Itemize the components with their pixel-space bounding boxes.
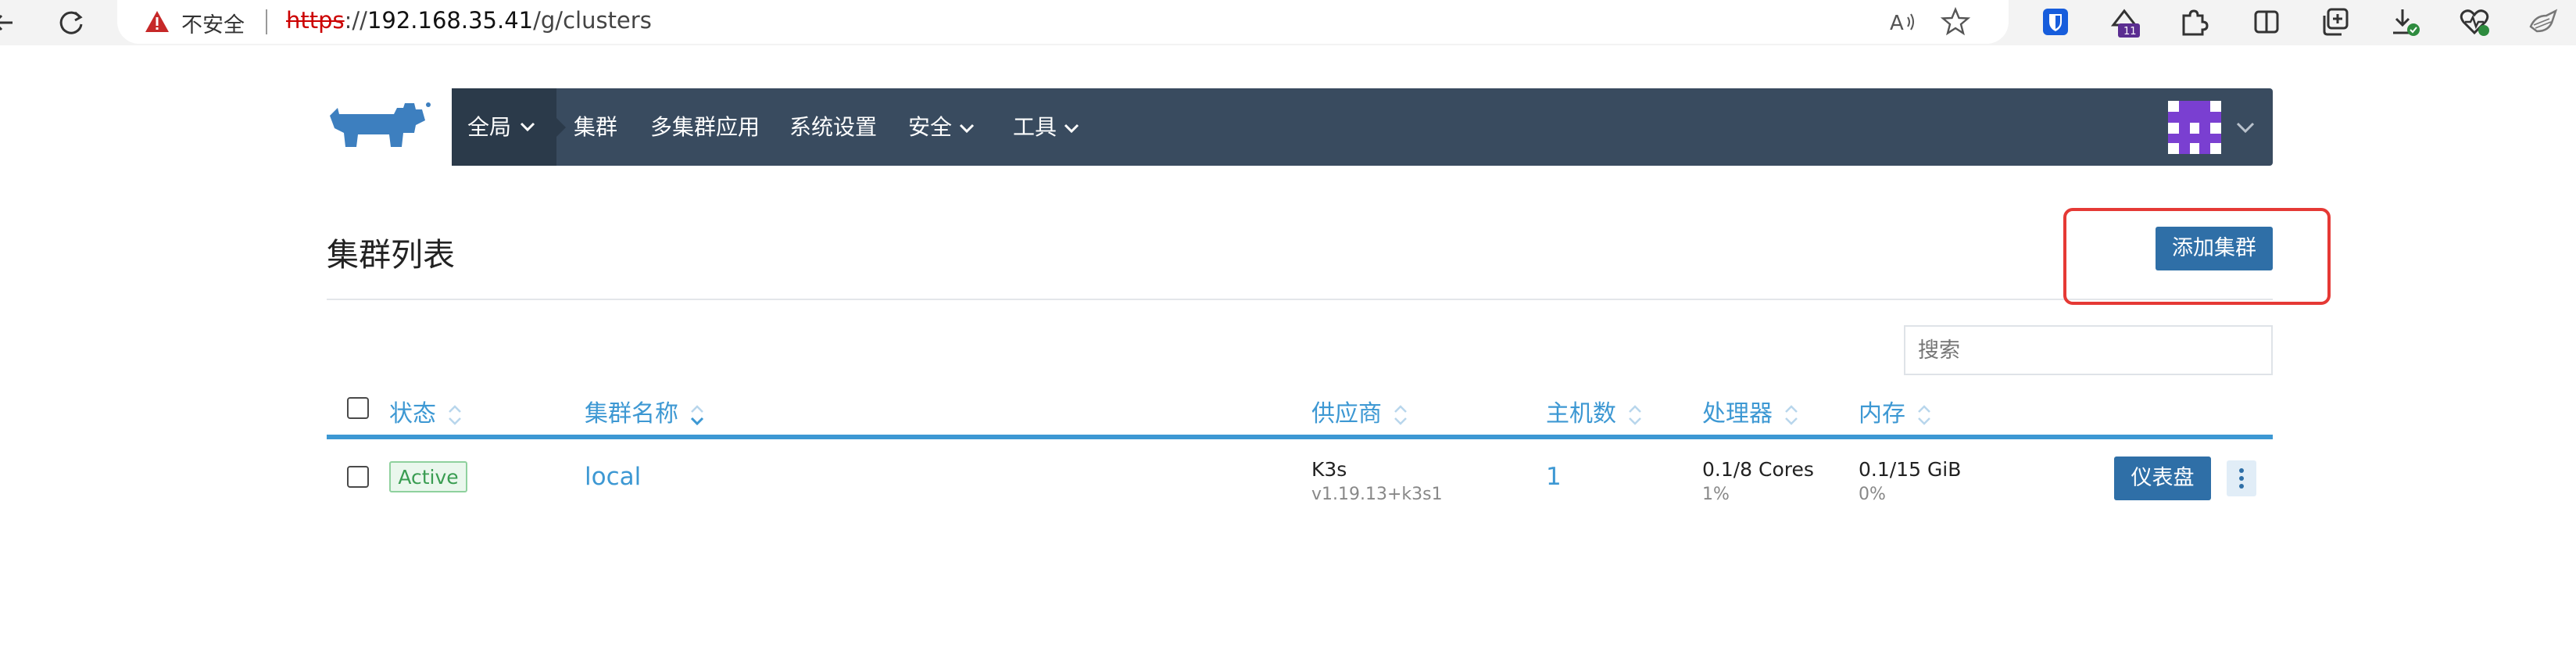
provider-name: K3s [1311, 458, 1347, 481]
column-header-provider[interactable]: 供应商 [1311, 394, 1410, 428]
nav-item-tools[interactable]: 工具 [1013, 88, 1080, 166]
title-divider [327, 299, 2273, 300]
sort-icon [1391, 402, 1410, 428]
bitwarden-shield-icon[interactable] [2038, 5, 2073, 39]
row-checkbox[interactable] [347, 466, 369, 488]
sort-icon [1626, 402, 1644, 428]
nav-item-label: 工具 [1013, 114, 1057, 140]
favorite-star-icon[interactable] [1940, 6, 1971, 38]
warning-icon [144, 9, 170, 34]
chevron-down-icon [958, 120, 975, 137]
nav-active-pointer [556, 118, 566, 137]
sort-icon [445, 402, 464, 428]
url-text[interactable]: https://192.168.35.41/g/clusters [286, 7, 652, 34]
sort-icon [1782, 402, 1801, 428]
cluster-name-link[interactable]: local [585, 463, 641, 491]
select-all-checkbox[interactable] [347, 397, 369, 419]
chevron-down-icon [519, 118, 536, 135]
annotation-highlight-box [2063, 208, 2331, 305]
host-count-link[interactable]: 1 [1546, 463, 1562, 491]
search-input[interactable] [1904, 325, 2273, 375]
column-header-label: 供应商 [1311, 400, 1382, 428]
nav-item-label: 集群 [574, 114, 618, 140]
table-header-divider [327, 435, 2273, 439]
nav-item-label: 多集群应用 [650, 114, 760, 140]
extensions-puzzle-icon[interactable] [2176, 5, 2210, 39]
url-separator: :// [344, 7, 367, 34]
read-aloud-icon[interactable]: A [1887, 6, 1918, 38]
rancher-logo[interactable] [327, 100, 435, 153]
split-screen-icon[interactable] [2249, 5, 2284, 39]
nav-item-security[interactable]: 安全 [908, 88, 975, 166]
page-title: 集群列表 [327, 236, 455, 274]
column-header-label: 内存 [1859, 400, 1905, 428]
user-menu-chevron-icon[interactable] [2235, 118, 2256, 137]
status-badge: Active [389, 461, 467, 492]
nav-item-system-settings[interactable]: 系统设置 [789, 88, 877, 166]
chevron-down-icon [1063, 120, 1080, 137]
extension-badge: 11 [2123, 26, 2137, 38]
address-bar[interactable]: 不安全 https://192.168.35.41/g/clusters A [117, 0, 2009, 44]
url-host: 192.168.35.41 [367, 7, 534, 34]
nav-global-label: 全局 [467, 114, 512, 140]
nav-item-multi-cluster-apps[interactable]: 多集群应用 [650, 88, 760, 166]
column-header-label: 主机数 [1546, 400, 1616, 428]
url-protocol: https [286, 7, 345, 34]
nav-item-clusters[interactable]: 集群 [574, 88, 617, 166]
sort-descending-icon [688, 402, 707, 428]
extension-bell-icon[interactable]: 11 [2107, 5, 2141, 39]
nav-item-label: 系统设置 [789, 114, 878, 140]
column-header-label: 集群名称 [585, 400, 678, 428]
column-header-label: 状态 [389, 400, 436, 428]
memory-percent: 0% [1859, 485, 1886, 504]
url-path: /g/clusters [533, 7, 652, 34]
address-divider [266, 9, 267, 34]
column-header-status[interactable]: 状态 [389, 394, 464, 428]
nav-global-menu[interactable]: 全局 [452, 88, 566, 166]
downloads-icon[interactable] [2388, 5, 2423, 39]
nav-item-label: 安全 [908, 114, 953, 140]
main-navigation: 全局 集群 多集群应用 系统设置 安全 工具 [452, 88, 2273, 166]
column-header-label: 处理器 [1702, 400, 1773, 428]
user-avatar[interactable] [2168, 101, 2221, 154]
column-header-cluster-name[interactable]: 集群名称 [585, 394, 707, 428]
cpu-usage: 0.1/8 Cores [1702, 458, 1814, 481]
cpu-percent: 1% [1702, 485, 1730, 504]
column-header-memory[interactable]: 内存 [1859, 394, 1934, 428]
reload-icon[interactable] [52, 3, 91, 42]
provider-version: v1.19.13+k3s1 [1311, 485, 1443, 504]
browser-essentials-icon[interactable] [2457, 5, 2492, 39]
sort-icon [1915, 402, 1934, 428]
memory-usage: 0.1/15 GiB [1859, 458, 1962, 481]
dashboard-button[interactable]: 仪表盘 [2114, 457, 2211, 500]
insecure-label: 不安全 [181, 13, 245, 38]
browser-toolbar: 不安全 https://192.168.35.41/g/clusters A 1… [0, 0, 2576, 45]
column-header-cpu[interactable]: 处理器 [1702, 394, 1801, 428]
column-header-hosts[interactable]: 主机数 [1546, 394, 1644, 428]
svg-text:A: A [1890, 12, 1904, 35]
back-icon[interactable] [0, 3, 28, 42]
more-actions-icon[interactable] [2227, 460, 2256, 496]
collections-icon[interactable] [2318, 5, 2352, 39]
profile-bird-icon[interactable] [2526, 5, 2560, 39]
